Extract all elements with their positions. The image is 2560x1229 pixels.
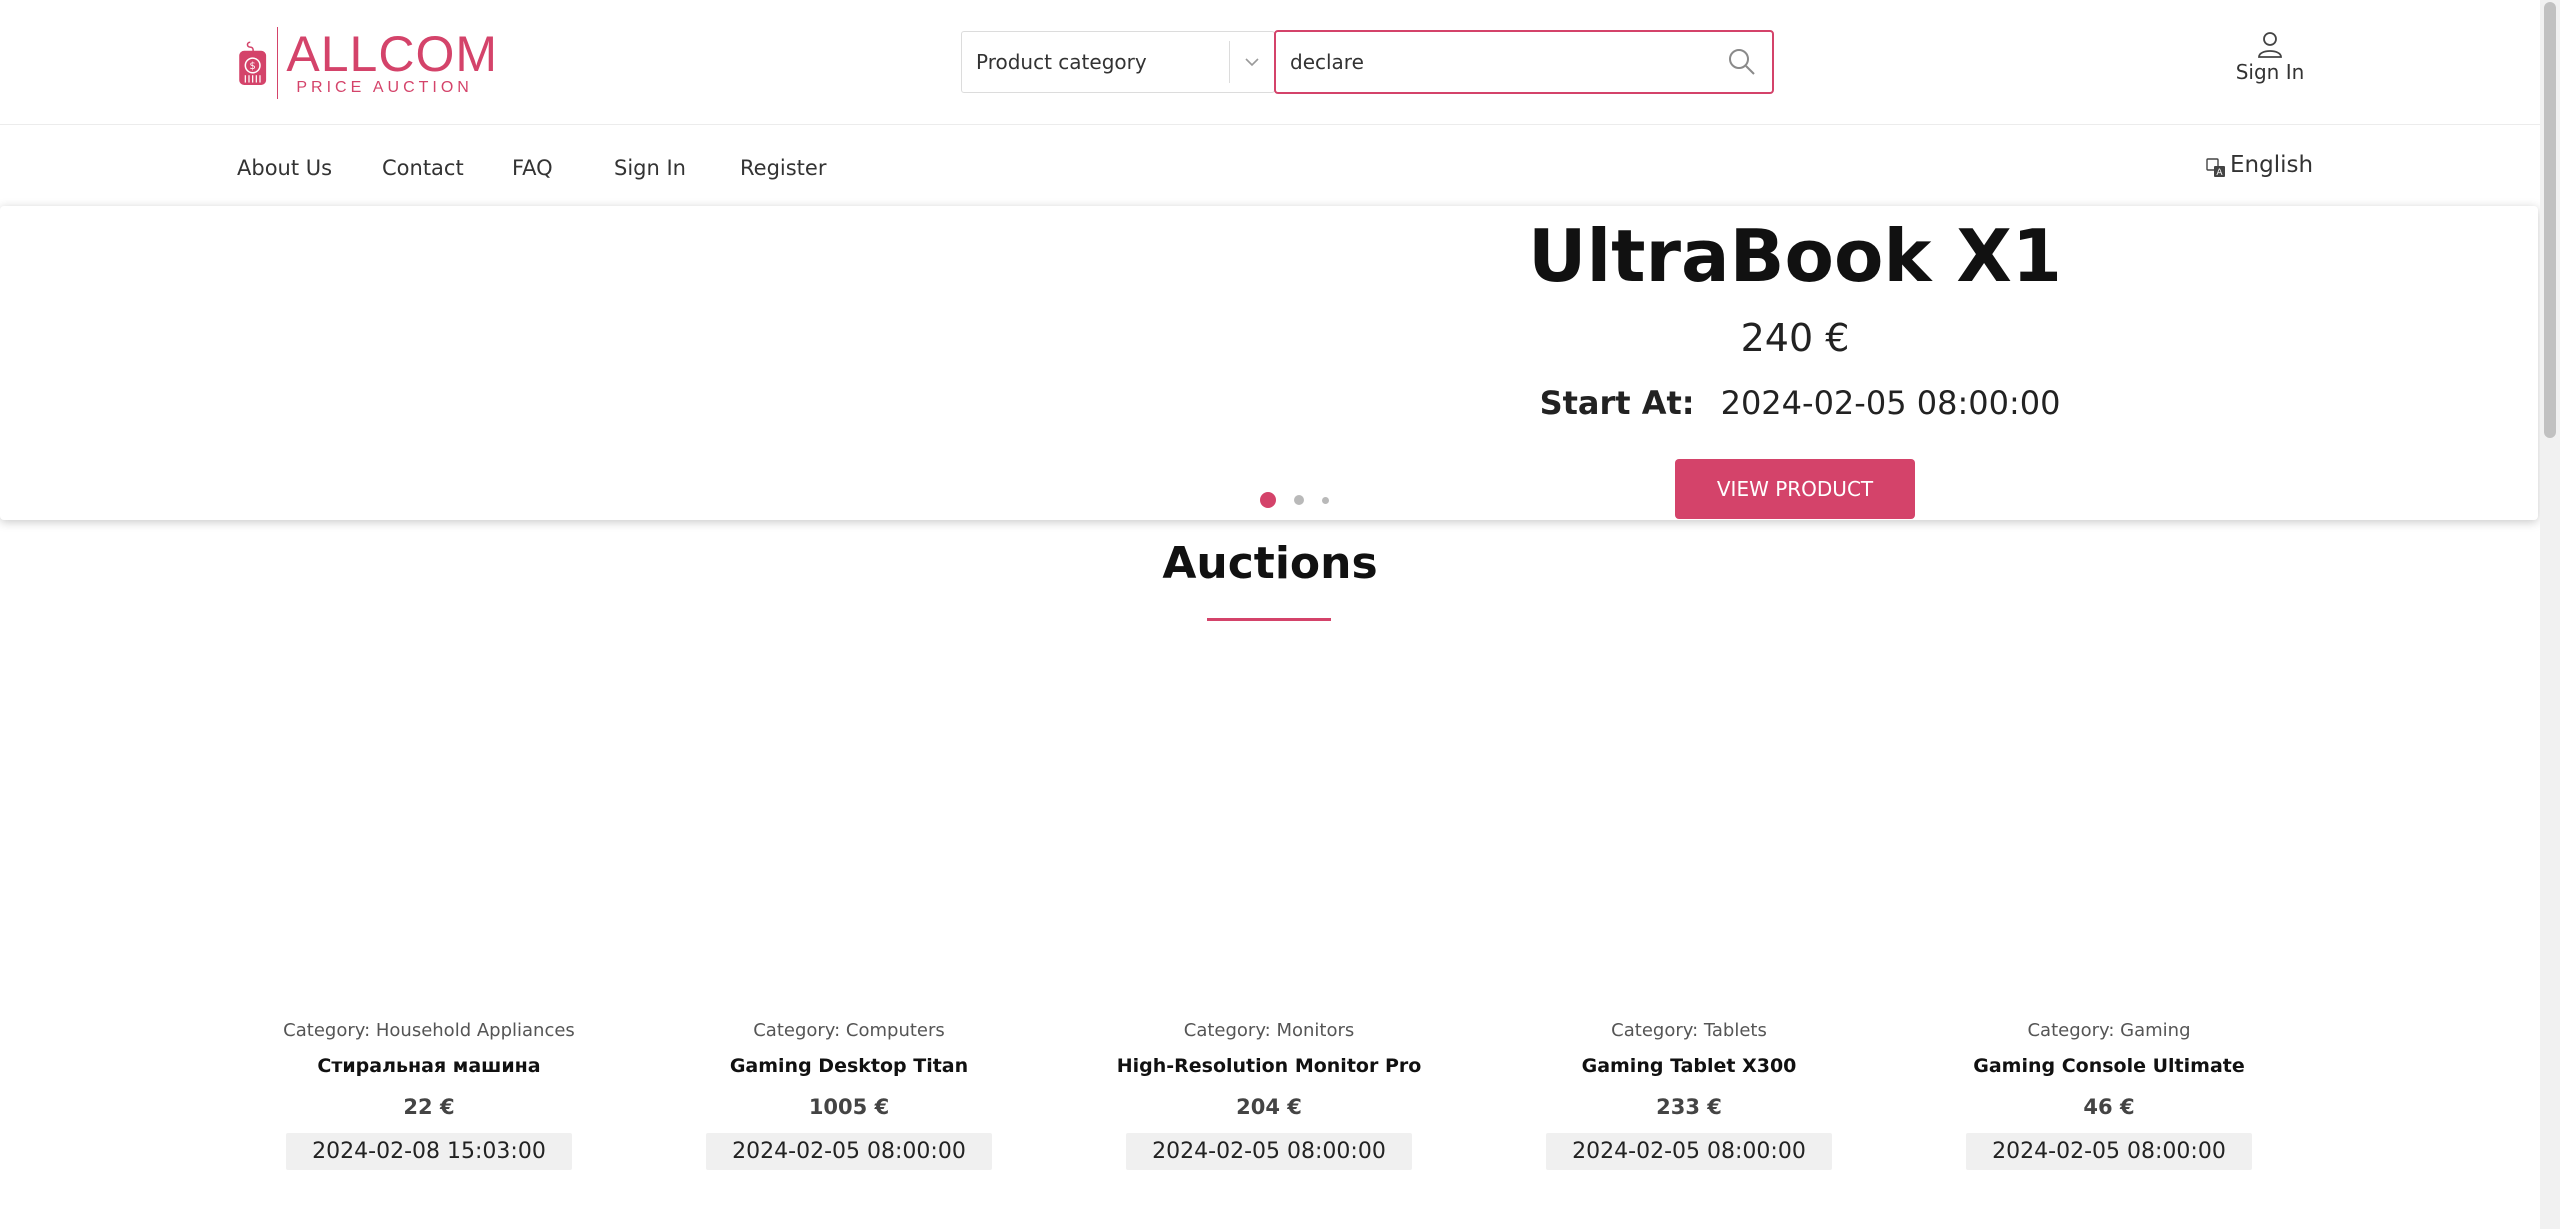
auction-category: Category: Gaming bbox=[2027, 1020, 2191, 1041]
language-selector[interactable]: A English bbox=[2206, 152, 2313, 178]
auctions-heading: Auctions bbox=[1162, 538, 1378, 589]
nav-sign-in[interactable]: Sign In bbox=[614, 156, 686, 180]
translate-icon: A bbox=[2206, 158, 2225, 178]
hero-product-price: 240 € bbox=[1740, 316, 1850, 360]
sign-in-label: Sign In bbox=[2235, 60, 2305, 84]
auction-title[interactable]: Gaming Console Ultimate bbox=[1973, 1055, 2245, 1077]
hero-start-value: 2024-02-05 08:00:00 bbox=[1720, 384, 2061, 422]
auction-card[interactable]: Category: Computers Gaming Desktop Titan… bbox=[679, 1020, 1019, 1200]
logo-wordmark: ALLCOM PRICE AUCTION bbox=[286, 29, 498, 97]
auction-date: 2024-02-05 08:00:00 bbox=[1966, 1133, 2252, 1170]
auction-price: 1005 € bbox=[808, 1095, 890, 1119]
user-icon bbox=[2258, 32, 2282, 58]
auction-category: Category: Monitors bbox=[1183, 1020, 1355, 1041]
auction-card[interactable]: Category: Gaming Gaming Console Ultimate… bbox=[1939, 1020, 2279, 1200]
scrollbar-thumb[interactable] bbox=[2544, 2, 2556, 438]
nav-faq[interactable]: FAQ bbox=[512, 156, 553, 180]
auction-card[interactable]: Category: Monitors High-Resolution Monit… bbox=[1099, 1020, 1439, 1200]
carousel-dot-2[interactable] bbox=[1294, 495, 1304, 505]
auction-category: Category: Household Appliances bbox=[283, 1020, 575, 1041]
brand-tagline: PRICE AUCTION bbox=[296, 79, 473, 96]
auction-price: 233 € bbox=[1656, 1095, 1722, 1119]
main-nav: About Us Contact FAQ Sign In Register A … bbox=[0, 126, 2540, 206]
hero-product-title: UltraBook X1 bbox=[1527, 214, 2063, 298]
brand-name: ALLCOM bbox=[286, 26, 498, 82]
logo-divider bbox=[276, 27, 279, 99]
category-select-value: Product category bbox=[976, 50, 1147, 74]
auction-date: 2024-02-05 08:00:00 bbox=[1126, 1133, 1412, 1170]
auction-date: 2024-02-05 08:00:00 bbox=[1546, 1133, 1832, 1170]
auction-card[interactable]: Category: Household Appliances Стиральна… bbox=[259, 1020, 599, 1200]
product-category-select[interactable]: Product category bbox=[961, 31, 1275, 93]
auction-price: 22 € bbox=[403, 1095, 455, 1119]
auction-price: 204 € bbox=[1236, 1095, 1302, 1119]
search-input[interactable] bbox=[1276, 32, 1712, 92]
price-tag-dollar-icon: $ bbox=[239, 41, 267, 85]
auction-title[interactable]: High-Resolution Monitor Pro bbox=[1117, 1055, 1422, 1077]
auction-price: 46 € bbox=[2083, 1095, 2135, 1119]
carousel-indicators bbox=[1260, 492, 1329, 508]
auctions-heading-underline bbox=[1207, 618, 1331, 621]
header-sign-in[interactable]: Sign In bbox=[2230, 30, 2310, 94]
chevron-down-icon[interactable] bbox=[1230, 57, 1274, 67]
page: $ ALLCOM PRICE AUCTION Product category bbox=[0, 0, 2560, 1229]
brand-logo[interactable]: $ ALLCOM PRICE AUCTION bbox=[238, 24, 498, 102]
auction-category: Category: Tablets bbox=[1611, 1020, 1767, 1041]
auction-title[interactable]: Gaming Desktop Titan bbox=[730, 1055, 968, 1077]
carousel-dot-1[interactable] bbox=[1260, 492, 1276, 508]
auction-date: 2024-02-05 08:00:00 bbox=[706, 1133, 992, 1170]
hero-start-label: Start At: bbox=[1539, 384, 1695, 422]
page-scrollbar[interactable] bbox=[2540, 0, 2560, 1229]
site-header: $ ALLCOM PRICE AUCTION Product category bbox=[0, 0, 2540, 125]
auction-title[interactable]: Стиральная машина bbox=[317, 1055, 540, 1077]
nav-contact[interactable]: Contact bbox=[382, 156, 464, 180]
search-icon[interactable] bbox=[1712, 32, 1772, 92]
nav-about-us[interactable]: About Us bbox=[237, 156, 332, 180]
svg-text:$: $ bbox=[250, 61, 256, 72]
auction-card[interactable]: Category: Tablets Gaming Tablet X300 233… bbox=[1519, 1020, 1859, 1200]
view-product-button[interactable]: VIEW PRODUCT bbox=[1675, 459, 1915, 519]
svg-text:A: A bbox=[2216, 168, 2223, 178]
auction-title[interactable]: Gaming Tablet X300 bbox=[1582, 1055, 1797, 1077]
hero-carousel: UltraBook X1 240 € Start At: 2024-02-05 … bbox=[0, 206, 2538, 520]
language-label: English bbox=[2230, 152, 2314, 178]
search-box bbox=[1274, 30, 1774, 94]
carousel-dot-3[interactable] bbox=[1322, 496, 1329, 504]
nav-register[interactable]: Register bbox=[740, 156, 826, 180]
auction-category: Category: Computers bbox=[753, 1020, 945, 1041]
hero-start-time: Start At: 2024-02-05 08:00:00 bbox=[1520, 384, 2080, 422]
auction-date: 2024-02-08 15:03:00 bbox=[286, 1133, 572, 1170]
